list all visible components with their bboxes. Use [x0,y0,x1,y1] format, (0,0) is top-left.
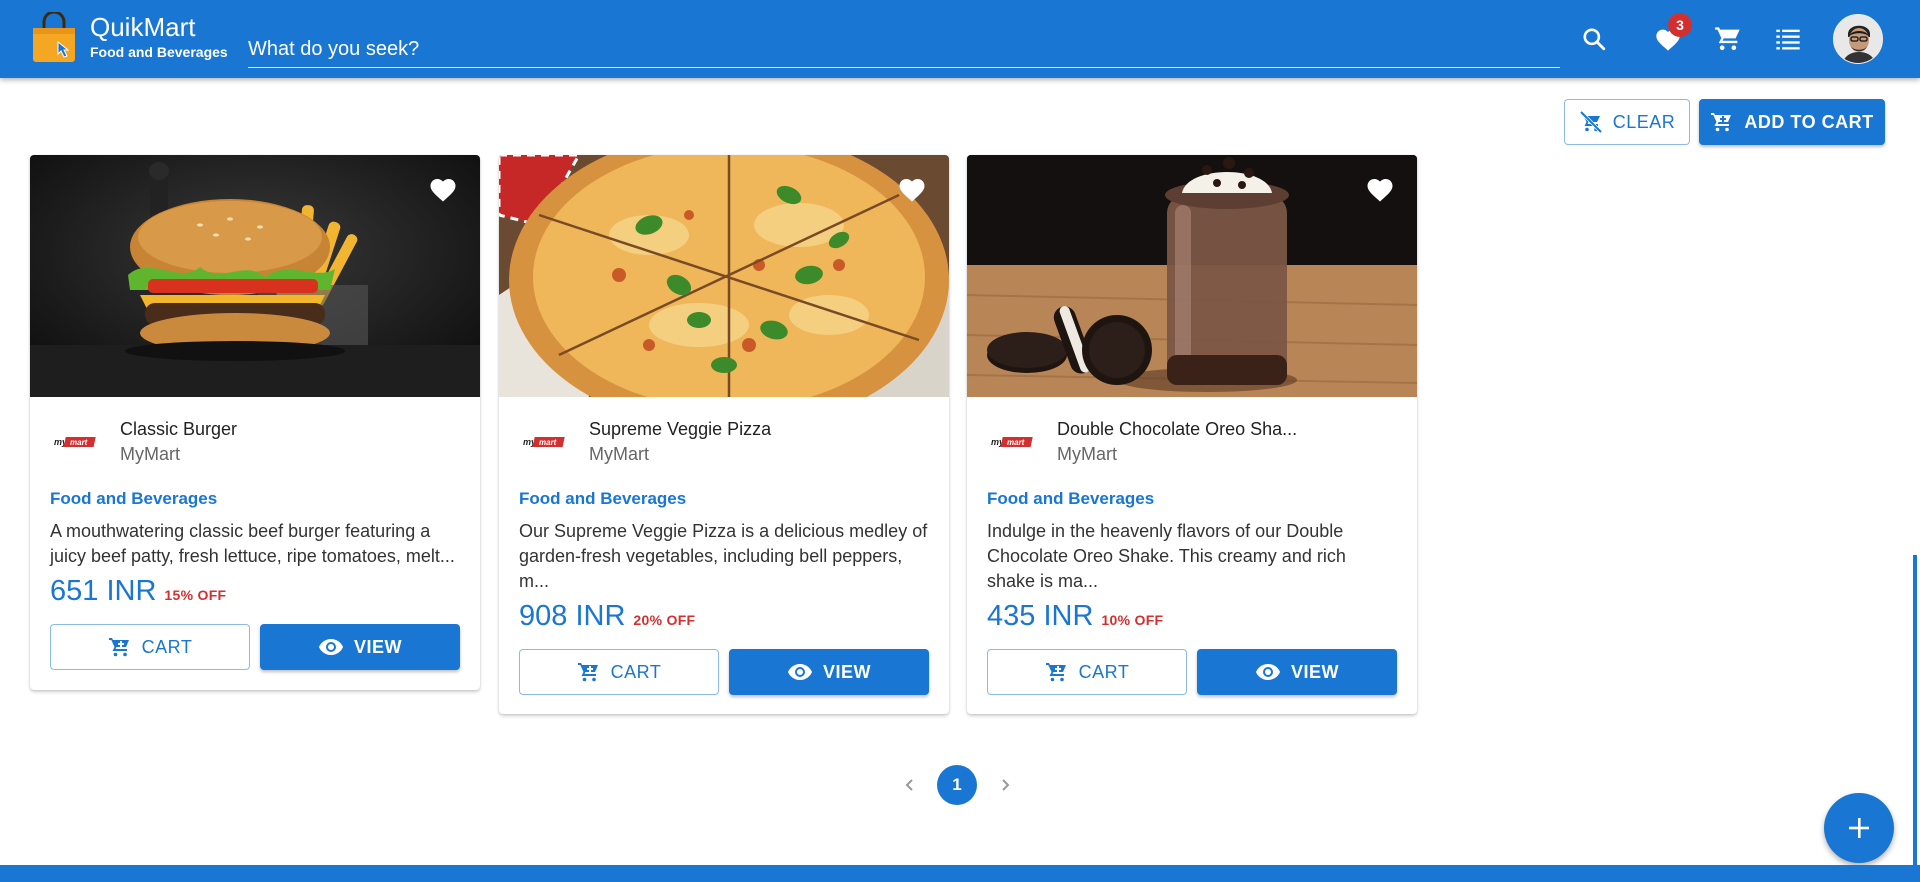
view-label: VIEW [822,661,871,682]
product-image[interactable] [30,155,480,397]
view-label: VIEW [1290,661,1339,682]
product-description: A mouthwatering classic beef burger feat… [50,521,455,566]
price-row: 908 INR 20% OFF [519,600,695,633]
cart-label: CART [1078,661,1130,682]
eye-icon [787,664,812,680]
product-title: Classic Burger [120,419,238,439]
product-image[interactable] [499,155,949,397]
product-description: Indulge in the heavenly flavors of our D… [987,521,1346,591]
plus-icon [1849,818,1869,838]
scrollbar[interactable] [1913,555,1917,865]
product-header: my mart Classic Burger MyMart [30,397,480,487]
discount-label: 10% OFF [1101,612,1164,628]
wishlist-count-badge: 3 [1668,13,1692,37]
svg-text:mart: mart [70,438,88,447]
page-1-button[interactable]: 1 [937,765,977,805]
product-seller: MyMart [1057,444,1117,464]
list-icon [1776,29,1800,50]
add-shopping-cart-icon [577,663,598,682]
add-to-cart-card-button[interactable]: CART [987,649,1187,695]
shake-photo [967,155,1417,397]
svg-text:mart: mart [1007,438,1025,447]
add-shopping-cart-icon [1711,113,1732,132]
brand-subtitle: Food and Beverages [90,44,228,60]
product-card: my mart Supreme Veggie Pizza MyMart Food… [499,155,949,714]
clear-label: CLEAR [1612,111,1676,132]
favorite-heart-icon[interactable] [897,175,927,203]
cart-label: CART [610,661,662,682]
discount-label: 20% OFF [633,612,696,628]
mymart-logo: my mart [523,437,565,447]
product-price: 651 INR [50,575,157,607]
brand[interactable]: QuikMart Food and Beverages [90,12,228,61]
wishlist-button[interactable]: 3 [1648,13,1692,59]
burger-photo [30,155,480,397]
add-to-cart-card-button[interactable]: CART [519,649,719,695]
next-page-button[interactable] [985,765,1025,805]
favorite-heart-icon[interactable] [428,175,458,203]
price-row: 435 INR 10% OFF [987,600,1163,633]
mymart-logo: my mart [991,437,1033,447]
product-seller: MyMart [120,444,180,464]
product-card: my mart Classic Burger MyMart Food and B… [30,155,480,690]
pizza-photo [499,155,949,397]
product-header: my mart Supreme Veggie Pizza MyMart [499,397,949,487]
add-to-cart-card-button[interactable]: CART [50,624,250,670]
add-to-cart-button[interactable]: ADD TO CART [1699,99,1885,145]
view-product-button[interactable]: VIEW [260,624,460,670]
add-shopping-cart-icon [108,638,129,657]
product-category: Food and Beverages [987,489,1155,508]
product-category: Food and Beverages [519,489,687,508]
product-price: 908 INR [519,600,626,632]
product-header: my mart Double Chocolate Oreo Sha... MyM… [967,397,1417,487]
view-product-button[interactable]: VIEW [1197,649,1397,695]
add-to-cart-label: ADD TO CART [1744,111,1874,132]
product-title: Supreme Veggie Pizza [589,419,772,439]
brand-name: QuikMart [90,12,196,42]
svg-text:mart: mart [539,438,557,447]
shopping-bag-logo-icon[interactable] [30,12,78,64]
product-card: my mart Double Chocolate Oreo Sha... MyM… [967,155,1417,714]
search-icon [1583,28,1606,51]
user-avatar-icon [1834,15,1882,63]
product-seller: MyMart [589,444,649,464]
view-product-button[interactable]: VIEW [729,649,929,695]
product-image[interactable] [967,155,1417,397]
user-avatar[interactable] [1833,14,1883,64]
previous-page-button[interactable] [890,765,930,805]
view-label: VIEW [353,636,402,657]
search-button[interactable] [1574,19,1614,59]
remove-shopping-cart-icon [1579,110,1602,134]
search-input[interactable] [248,30,1560,68]
cart-button[interactable] [1708,19,1748,59]
product-price: 435 INR [987,600,1094,632]
cart-icon [1715,27,1740,51]
eye-icon [318,639,343,655]
product-description: Our Supreme Veggie Pizza is a delicious … [519,521,928,591]
clear-cart-button[interactable]: CLEAR [1564,99,1690,145]
favorite-heart-icon[interactable] [1365,175,1395,203]
orders-button[interactable] [1768,19,1808,59]
price-row: 651 INR 15% OFF [50,575,226,608]
mymart-logo: my mart [54,437,96,447]
app-bar: QuikMart Food and Beverages 3 [0,0,1920,78]
discount-label: 15% OFF [164,587,227,603]
product-title: Double Chocolate Oreo Sha... [1057,419,1298,439]
add-product-fab[interactable] [1824,793,1894,863]
product-category: Food and Beverages [50,489,218,508]
eye-icon [1255,664,1280,680]
footer-bar [0,865,1920,882]
add-shopping-cart-icon [1045,663,1066,682]
chevron-right-icon [1002,779,1010,791]
cart-label: CART [141,636,193,657]
chevron-left-icon [905,779,913,791]
